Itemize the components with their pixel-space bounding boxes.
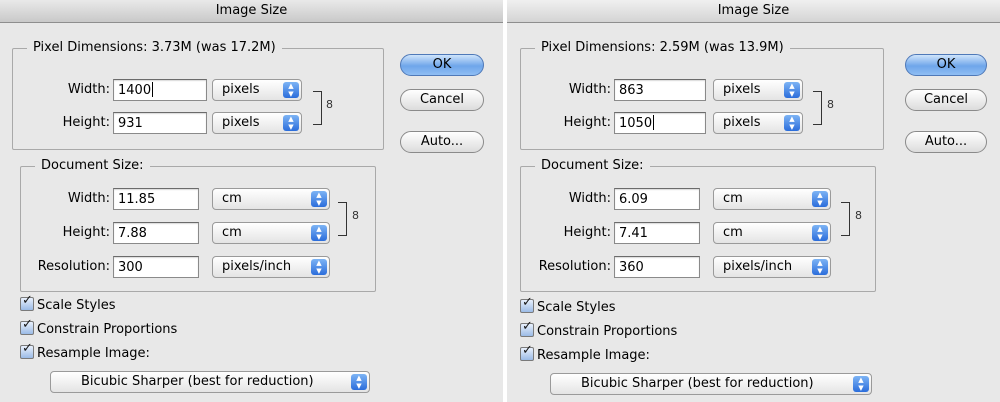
document-width-unit-select[interactable]: cm ▲ ▼: [713, 188, 831, 210]
up-down-arrows-icon: ▲ ▼: [784, 115, 800, 131]
dialog-title: Image Size: [0, 0, 503, 23]
document-height-unit-select[interactable]: cm ▲ ▼: [212, 222, 330, 244]
pixel-height-input[interactable]: 931: [113, 112, 207, 134]
checkmark-icon: ✓: [522, 343, 533, 358]
auto-button[interactable]: Auto...: [905, 131, 987, 153]
pixel-width-label: Width:: [67, 82, 110, 97]
chain-link-icon: 8: [827, 98, 834, 111]
resolution-input[interactable]: 300: [113, 256, 199, 278]
pixel-dimensions-legend: Pixel Dimensions: 3.73M (was 17.2M): [27, 40, 282, 55]
document-height-label: Height:: [62, 225, 110, 240]
up-down-arrows-icon: ▲ ▼: [311, 225, 327, 241]
constrain-link-bracket: [313, 91, 322, 125]
constrain-proportions-checkbox[interactable]: ✓ Constrain Proportions: [520, 319, 677, 339]
up-down-arrows-icon: ▲ ▼: [853, 376, 869, 392]
resample-method-select[interactable]: Bicubic Sharper (best for reduction) ▲ ▼: [50, 371, 370, 393]
up-down-arrows-icon: ▲ ▼: [283, 115, 299, 131]
document-width-label: Width:: [568, 191, 611, 206]
pixel-height-unit-select[interactable]: pixels ▲ ▼: [212, 112, 302, 134]
resample-image-checkbox[interactable]: ✓ Resample Image:: [20, 341, 150, 361]
document-height-input[interactable]: 7.41: [614, 222, 700, 244]
dialog-title: Image Size: [507, 0, 1000, 23]
resolution-unit-select[interactable]: pixels/inch ▲ ▼: [713, 256, 831, 278]
document-height-label: Height:: [563, 225, 611, 240]
image-size-dialog-left: Image Size Pixel Dimensions: 3.73M (was …: [0, 0, 503, 402]
chain-link-icon: 8: [326, 98, 333, 111]
document-width-input[interactable]: 6.09: [614, 188, 700, 210]
document-width-input[interactable]: 11.85: [113, 188, 199, 210]
resample-image-checkbox[interactable]: ✓ Resample Image:: [520, 343, 650, 363]
up-down-arrows-icon: ▲ ▼: [351, 374, 367, 390]
auto-button[interactable]: Auto...: [400, 131, 484, 153]
checkmark-icon: ✓: [522, 319, 533, 334]
ok-button[interactable]: OK: [400, 54, 484, 76]
document-size-legend: Document Size:: [535, 158, 650, 173]
checkmark-icon: ✓: [522, 295, 533, 310]
resolution-label: Resolution:: [538, 259, 611, 274]
up-down-arrows-icon: ▲ ▼: [812, 259, 828, 275]
scale-styles-checkbox[interactable]: ✓ Scale Styles: [520, 295, 616, 315]
checkmark-icon: ✓: [22, 341, 33, 356]
pixel-height-label: Height:: [563, 115, 611, 130]
checkmark-icon: ✓: [22, 293, 33, 308]
pixel-size-info: 2.59M (was 13.9M): [659, 40, 784, 55]
constrain-link-bracket: [841, 202, 850, 236]
document-size-legend: Document Size:: [35, 158, 150, 173]
pixel-width-label: Width:: [568, 82, 611, 97]
cancel-button[interactable]: Cancel: [905, 89, 987, 111]
ok-button[interactable]: OK: [905, 54, 987, 76]
pixel-width-unit-select[interactable]: pixels ▲ ▼: [713, 79, 803, 101]
document-width-label: Width:: [67, 191, 110, 206]
document-height-unit-select[interactable]: cm ▲ ▼: [713, 222, 831, 244]
checkmark-icon: ✓: [22, 317, 33, 332]
cancel-button[interactable]: Cancel: [400, 89, 484, 111]
constrain-link-bracket: [338, 202, 347, 236]
pixel-height-input[interactable]: 1050: [614, 112, 706, 134]
resample-method-select[interactable]: Bicubic Sharper (best for reduction) ▲ ▼: [550, 373, 872, 395]
scale-styles-checkbox[interactable]: ✓ Scale Styles: [20, 293, 116, 313]
up-down-arrows-icon: ▲ ▼: [784, 82, 800, 98]
pixel-height-unit-select[interactable]: pixels ▲ ▼: [713, 112, 803, 134]
chain-link-icon: 8: [352, 209, 359, 222]
up-down-arrows-icon: ▲ ▼: [311, 259, 327, 275]
constrain-link-bracket: [813, 91, 822, 125]
pixel-width-input[interactable]: 1400: [113, 79, 207, 101]
pixel-size-info: 3.73M (was 17.2M): [151, 40, 276, 55]
up-down-arrows-icon: ▲ ▼: [311, 191, 327, 207]
pixel-width-unit-select[interactable]: pixels ▲ ▼: [212, 79, 302, 101]
resolution-label: Resolution:: [37, 259, 110, 274]
pixel-height-label: Height:: [62, 115, 110, 130]
image-size-dialog-right: Image Size Pixel Dimensions: 2.59M (was …: [507, 0, 1000, 402]
pixel-dimensions-legend: Pixel Dimensions: 2.59M (was 13.9M): [535, 40, 790, 55]
up-down-arrows-icon: ▲ ▼: [812, 191, 828, 207]
document-height-input[interactable]: 7.88: [113, 222, 199, 244]
document-width-unit-select[interactable]: cm ▲ ▼: [212, 188, 330, 210]
chain-link-icon: 8: [855, 209, 862, 222]
up-down-arrows-icon: ▲ ▼: [812, 225, 828, 241]
up-down-arrows-icon: ▲ ▼: [283, 82, 299, 98]
pixel-width-input[interactable]: 863: [614, 79, 706, 101]
resolution-input[interactable]: 360: [614, 256, 700, 278]
constrain-proportions-checkbox[interactable]: ✓ Constrain Proportions: [20, 317, 177, 337]
resolution-unit-select[interactable]: pixels/inch ▲ ▼: [212, 256, 330, 278]
